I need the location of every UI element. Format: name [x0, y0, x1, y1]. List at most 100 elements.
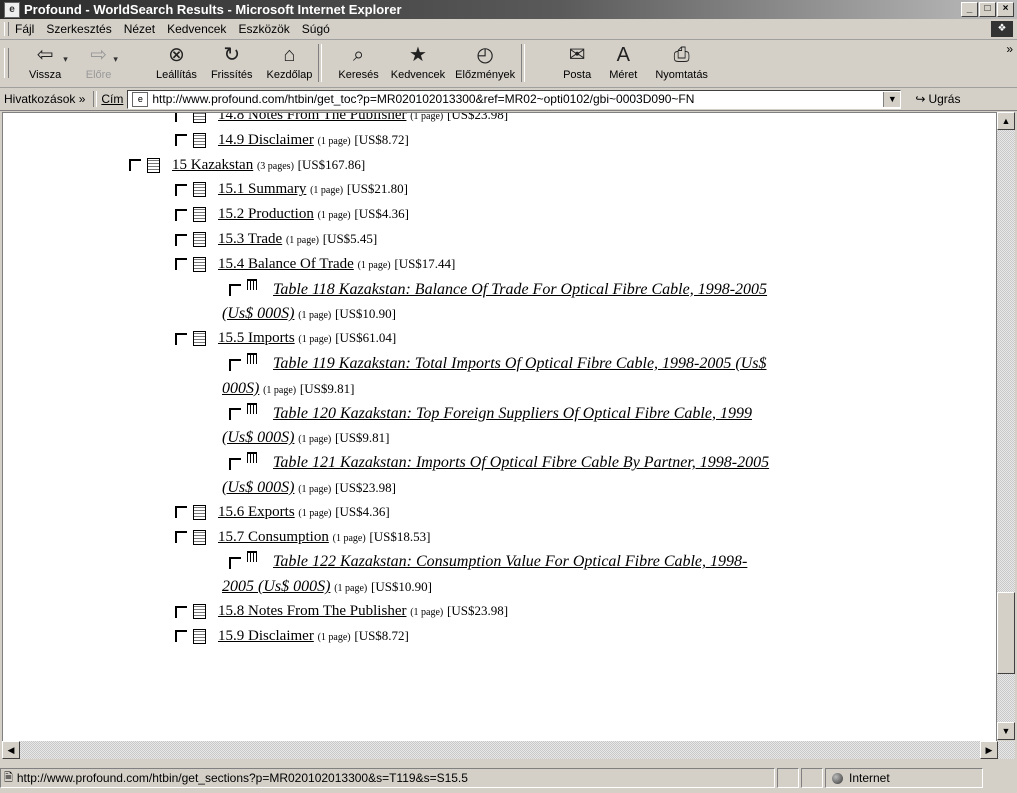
- select-checkbox[interactable]: [229, 284, 241, 297]
- minimize-button[interactable]: _: [961, 2, 978, 17]
- horizontal-scrollbar[interactable]: ◀ ▶: [2, 741, 1015, 759]
- toc-link[interactable]: 15.6 Exports: [218, 504, 295, 520]
- status-bar: 🗎 http://www.profound.com/htbin/get_sect…: [0, 763, 1017, 793]
- toc-link[interactable]: 15.9 Disclaimer: [218, 628, 314, 644]
- toolbar-button-label: Leállítás: [155, 69, 197, 81]
- scroll-right-button[interactable]: ▶: [980, 741, 998, 759]
- toolbar-button-forward-arrow[interactable]: ⇨ Előre: [86, 42, 112, 81]
- toc-link[interactable]: (Us$ 000S): [222, 479, 294, 496]
- select-checkbox[interactable]: [229, 358, 241, 371]
- page-icon: e: [132, 91, 149, 107]
- vertical-scrollbar[interactable]: ▲ ▼: [997, 112, 1015, 740]
- address-dropdown-icon[interactable]: ▼: [883, 91, 901, 107]
- toc-link[interactable]: 15.4 Balance Of Trade: [218, 256, 354, 272]
- go-label: Ugrás: [928, 92, 961, 106]
- select-checkbox[interactable]: [175, 531, 187, 544]
- address-url[interactable]: http://www.profound.com/htbin/get_toc?p=…: [152, 92, 883, 106]
- toc-link[interactable]: Table 120 Kazakstan: Top Foreign Supplie…: [273, 405, 752, 422]
- scroll-up-button[interactable]: ▲: [997, 112, 1015, 130]
- toc-section-item: 15.6 Exports (1 page) [US$4.36]: [175, 504, 390, 521]
- select-checkbox[interactable]: [175, 605, 187, 618]
- toc-link[interactable]: Table 121 Kazakstan: Imports Of Optical …: [273, 454, 769, 471]
- go-button[interactable]: ↪ Ugrás: [915, 92, 960, 106]
- address-field[interactable]: e http://www.profound.com/htbin/get_toc?…: [127, 89, 902, 109]
- window-title-bar[interactable]: e Profound - WorldSearch Results - Micro…: [0, 0, 1017, 19]
- select-checkbox[interactable]: [175, 208, 187, 221]
- select-checkbox[interactable]: [175, 332, 187, 345]
- toolbar-grip[interactable]: [4, 48, 9, 78]
- toc-link[interactable]: 2005 (Us$ 000S): [222, 578, 330, 595]
- menu-bar: Fájl Szerkesztés Nézet Kedvencek Eszközö…: [0, 19, 1017, 40]
- scroll-down-button[interactable]: ▼: [997, 722, 1015, 740]
- page-content: 14.8 Notes From The Publisher (1 page) […: [2, 112, 997, 742]
- scroll-thumb[interactable]: [997, 592, 1015, 674]
- toc-link[interactable]: Table 118 Kazakstan: Balance Of Trade Fo…: [273, 281, 767, 298]
- page-count: (1 page): [298, 484, 332, 495]
- table-icon: [247, 278, 257, 290]
- toolbar-button-label: Kedvencek: [390, 69, 446, 81]
- toolbar-button-history[interactable]: ◴ Előzmények: [455, 42, 515, 81]
- select-checkbox[interactable]: [175, 134, 187, 147]
- menu-help[interactable]: Súgó: [302, 22, 330, 36]
- toc-table-item: Table 121 Kazakstan: Imports Of Optical …: [229, 452, 769, 472]
- toc-link[interactable]: 14.9 Disclaimer: [218, 132, 314, 148]
- page-count: (1 page): [298, 434, 332, 446]
- menu-tools[interactable]: Eszközök: [238, 22, 289, 36]
- select-checkbox[interactable]: [229, 408, 241, 421]
- page-count: (1 page): [317, 135, 351, 147]
- toolbar-button-home[interactable]: ⌂ Kezdőlap: [267, 42, 313, 81]
- toc-link[interactable]: 15 Kazakstan: [172, 157, 253, 173]
- toolbar-button-refresh[interactable]: ↻ Frissítés: [211, 42, 253, 81]
- select-checkbox[interactable]: [175, 233, 187, 246]
- toolbar-button-font-size[interactable]: A Méret: [609, 42, 637, 81]
- toolbar-grip[interactable]: [4, 22, 9, 36]
- toc-link[interactable]: 15.7 Consumption: [218, 529, 329, 545]
- price: [US$23.98]: [447, 112, 509, 122]
- toc-link[interactable]: Table 122 Kazakstan: Consumption Value F…: [273, 553, 747, 570]
- toc-link[interactable]: 000S): [222, 380, 259, 397]
- toolbar-overflow-chevron-icon[interactable]: »: [1006, 42, 1013, 56]
- refresh-icon: ↻: [223, 44, 241, 66]
- select-checkbox[interactable]: [175, 506, 187, 519]
- toc-link[interactable]: 15.2 Production: [218, 206, 314, 222]
- toolbar-button-stop[interactable]: ⊗ Leállítás: [156, 42, 197, 81]
- toc-link[interactable]: Table 119 Kazakstan: Total Imports Of Op…: [273, 355, 767, 372]
- toolbar-button-favorites[interactable]: ★ Kedvencek: [391, 42, 445, 81]
- menu-favorites[interactable]: Kedvencek: [167, 22, 226, 36]
- toc-link[interactable]: (Us$ 000S): [222, 429, 294, 446]
- toc-section-item: 15.3 Trade (1 page) [US$5.45]: [175, 231, 377, 248]
- select-checkbox[interactable]: [129, 159, 141, 172]
- scroll-left-button[interactable]: ◀: [2, 741, 20, 759]
- toc-section-item: 15.8 Notes From The Publisher (1 page) […: [175, 603, 508, 620]
- price: [US$17.44]: [394, 255, 456, 271]
- toc-link[interactable]: 15.1 Summary: [218, 181, 306, 197]
- dropdown-arrow-icon[interactable]: ▾: [63, 54, 68, 65]
- toolbar-button-back-arrow[interactable]: ⇦ Vissza: [29, 42, 61, 81]
- close-button[interactable]: ×: [997, 2, 1014, 17]
- menu-edit[interactable]: Szerkesztés: [46, 22, 111, 36]
- select-checkbox[interactable]: [175, 630, 187, 643]
- select-checkbox[interactable]: [175, 113, 187, 122]
- toolbar-button-mail[interactable]: ✉ Posta: [563, 42, 591, 81]
- maximize-button[interactable]: □: [979, 2, 996, 17]
- font-size-icon: A: [616, 44, 630, 66]
- toc-link[interactable]: 15.3 Trade: [218, 231, 282, 247]
- toolbar-button-search[interactable]: ⌕ Keresés: [338, 42, 378, 81]
- toc-link[interactable]: 14.8 Notes From The Publisher: [218, 113, 406, 123]
- menu-file[interactable]: Fájl: [15, 22, 34, 36]
- dropdown-arrow-icon[interactable]: ▾: [113, 54, 118, 65]
- price: [US$10.90]: [334, 306, 397, 322]
- select-checkbox[interactable]: [175, 258, 187, 271]
- toc-link[interactable]: 15.5 Imports: [218, 330, 295, 346]
- toc-link[interactable]: (Us$ 000S): [222, 305, 294, 322]
- menu-view[interactable]: Nézet: [124, 22, 155, 36]
- select-checkbox[interactable]: [229, 457, 241, 470]
- ie-app-icon: e: [4, 1, 20, 18]
- toolbar-button-print[interactable]: ⎙ Nyomtatás: [655, 42, 708, 81]
- price: [US$21.80]: [346, 181, 408, 197]
- select-checkbox[interactable]: [229, 556, 241, 569]
- go-arrow-icon: ↪: [915, 92, 926, 106]
- select-checkbox[interactable]: [175, 183, 187, 196]
- toc-link[interactable]: 15.8 Notes From The Publisher: [218, 603, 406, 619]
- links-button[interactable]: Hivatkozások »: [0, 92, 89, 106]
